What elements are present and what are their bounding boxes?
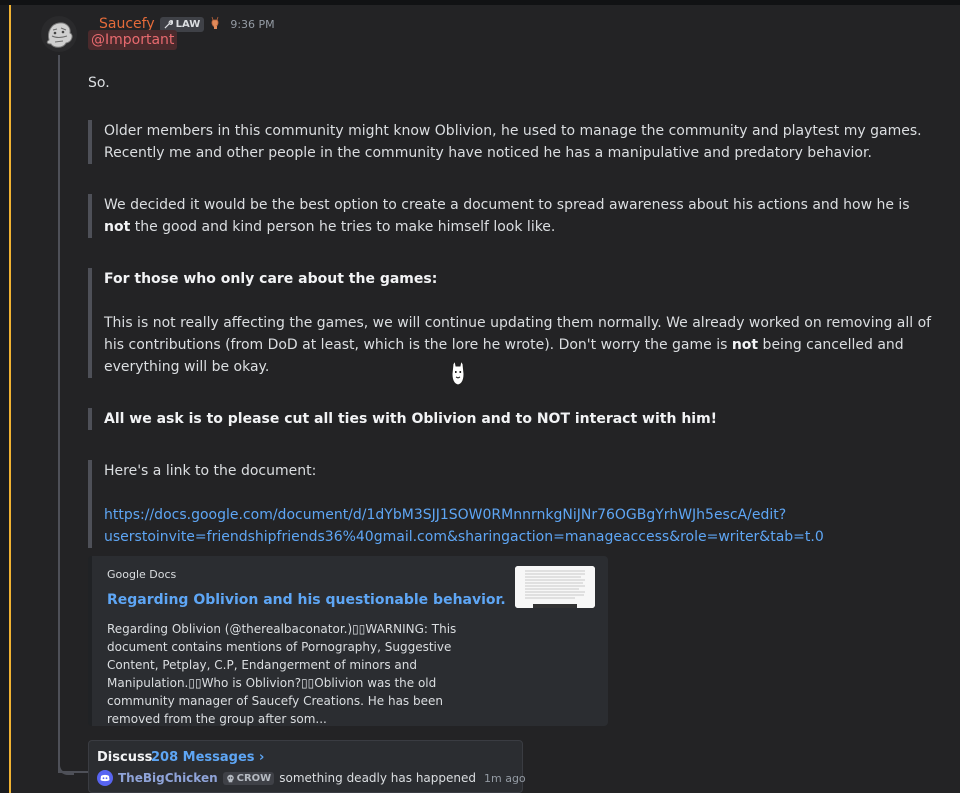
- embed-thumbnail[interactable]: [515, 566, 595, 608]
- deer-emoji-icon: [209, 16, 222, 33]
- paragraph-3-bold: not: [731, 337, 759, 353]
- message-container: Saucefy LAW 9:36 PM @Important So. Older…: [11, 5, 960, 793]
- paragraph-5-text: Here's a link to the document:: [104, 463, 317, 479]
- blockquote-paragraph-3: For those who only care about the games:…: [88, 268, 934, 378]
- thread-name[interactable]: Discuss: [97, 750, 152, 765]
- discord-logo-icon: [97, 770, 113, 786]
- document-link-line-1[interactable]: https://docs.google.com/document/d/1dYbM…: [104, 507, 786, 523]
- last-message-author[interactable]: TheBigChicken: [118, 771, 218, 785]
- wrench-icon: [164, 19, 173, 29]
- document-link-line-2[interactable]: userstoinvite=friendshipfriends36%40gmai…: [104, 529, 824, 545]
- thread-preview[interactable]: Discuss 208 Messages › TheBigChicken CRO…: [88, 740, 526, 793]
- role-tag-label: LAW: [175, 18, 201, 30]
- avatar[interactable]: [41, 16, 77, 52]
- skull-icon: [226, 774, 234, 782]
- timestamp: 9:36 PM: [230, 17, 275, 31]
- embed-provider[interactable]: Google Docs: [107, 568, 176, 581]
- blockquote-paragraph-1: Older members in this community might kn…: [88, 120, 934, 164]
- thread-message-count[interactable]: 208 Messages ›: [151, 750, 264, 765]
- paragraph-2-text-c: the good and kind person he tries to mak…: [130, 219, 556, 235]
- crow-role-tag: CROW: [222, 771, 275, 785]
- paragraph-3-heading: For those who only care about the games:: [104, 271, 438, 287]
- pixel-cat-cursor-icon: [450, 359, 466, 388]
- blockquote-paragraph-4: All we ask is to please cut all ties wit…: [88, 408, 934, 430]
- thread-connector-line: [58, 55, 60, 771]
- paragraph-1-text: Older members in this community might kn…: [104, 123, 922, 161]
- embed-title[interactable]: Regarding Oblivion and his questionable …: [107, 592, 506, 608]
- message-intro: So.: [88, 75, 110, 91]
- crow-role-label: CROW: [236, 772, 272, 784]
- blockquote-paragraph-5: Here's a link to the document: https://d…: [88, 460, 934, 548]
- last-message-time: 1m ago: [484, 771, 526, 785]
- role-mention[interactable]: @Important: [88, 30, 178, 50]
- thread-last-message: TheBigChicken CROW something deadly has …: [97, 770, 526, 786]
- embed-description: Regarding Oblivion (@therealbaconator.)▯…: [107, 622, 457, 726]
- paragraph-2-bold: not: [104, 219, 131, 235]
- paragraph-4-bold: All we ask is to please cut all ties wit…: [104, 411, 718, 427]
- last-message-text: something deadly has happened: [279, 771, 476, 785]
- link-embed: Google Docs Regarding Oblivion and his q…: [88, 556, 608, 726]
- blockquote-paragraph-2: We decided it would be the best option t…: [88, 194, 934, 238]
- paragraph-2-text-a: We decided it would be the best option t…: [104, 197, 910, 213]
